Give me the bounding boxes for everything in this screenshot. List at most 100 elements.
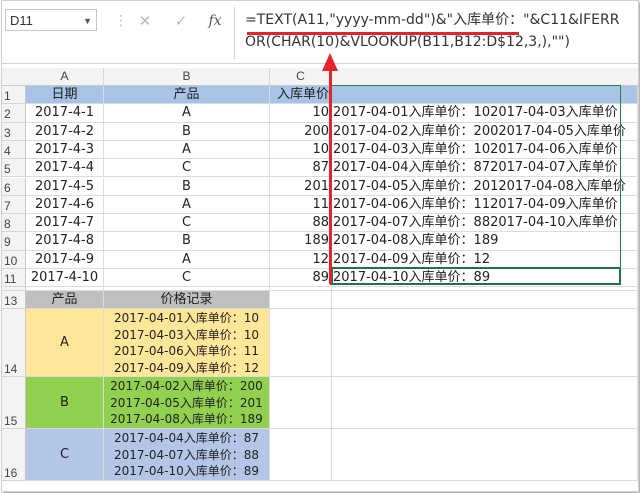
excel-window: D11 ▼ ⋮ ✕ ✓ fx =TEXT(A11,"yyyy-mm-dd")&"… [1, 0, 639, 492]
cell-empty[interactable] [332, 291, 638, 310]
cell-product[interactable]: B [104, 122, 270, 141]
row-header[interactable]: 7 [2, 195, 26, 215]
cell-price-record[interactable]: 2017-04-03入库单价：102017-04-06入库单价 [332, 140, 638, 160]
cell-price[interactable]: 12 [270, 250, 332, 269]
cell-date[interactable]: 2017-4-4 [26, 159, 104, 178]
cell-summary-records[interactable]: 2017-04-02入库单价：200 2017-04-05入库单价：201 2017… [104, 377, 270, 430]
cell-summary-product[interactable]: C [26, 429, 104, 482]
formula-underline-annotation [247, 32, 519, 35]
cell-product[interactable]: A [104, 195, 270, 215]
row-header[interactable]: 6 [2, 177, 26, 196]
price-record-line: 2017-04-03入库单价：10 [113, 327, 259, 342]
arrow-up-icon [322, 53, 338, 71]
cell-d-header[interactable] [332, 86, 638, 105]
cell-product[interactable]: C [104, 269, 270, 288]
cell-empty[interactable] [332, 377, 638, 430]
name-box[interactable]: D11 ▼ [5, 9, 97, 31]
cell-price-record[interactable]: 2017-04-04入库单价：872017-04-07入库单价 [332, 159, 638, 178]
cell-price-record[interactable]: 2017-04-06入库单价：112017-04-09入库单价 [332, 195, 638, 215]
price-record-line: 2017-04-09入库单价：12 [113, 360, 259, 375]
cell-price[interactable]: 89 [270, 269, 332, 288]
cell-price-header[interactable]: 入库单价 [270, 86, 332, 105]
summary-row: 16 C 2017-04-04入库单价：87 2017-04-07入库单价：88 201… [2, 429, 638, 482]
cell-empty[interactable] [270, 291, 332, 310]
cell-price[interactable]: 11 [270, 195, 332, 215]
cell-product[interactable]: A [104, 104, 270, 123]
cell-product-header[interactable]: 产品 [104, 86, 270, 105]
cell-empty[interactable] [270, 309, 332, 378]
cell-summary-record-header[interactable]: 价格记录 [104, 291, 270, 310]
formula-input[interactable]: =TEXT(A11,"yyyy-mm-dd")&"入库单价："&C11&IFER… [245, 9, 630, 53]
cell-price-record[interactable]: 2017-04-08入库单价：189 [332, 232, 638, 251]
cell-price[interactable]: 10 [270, 140, 332, 160]
cell-price[interactable]: 189 [270, 232, 332, 251]
insert-function-icon[interactable]: fx [204, 10, 226, 32]
cell-product[interactable]: A [104, 140, 270, 160]
summary-row: 15 B 2017-04-02入库单价：200 2017-04-05入库单价：201 2… [2, 377, 638, 430]
cell-price[interactable]: 88 [270, 214, 332, 233]
cell-date[interactable]: 2017-4-6 [26, 195, 104, 215]
cell-price-record[interactable]: 2017-04-01入库单价：102017-04-03入库单价 [332, 104, 638, 123]
cell-price-record[interactable]: 2017-04-02入库单价：2002017-04-05入库单价 [332, 122, 638, 141]
cell-date[interactable]: 2017-4-10 [26, 269, 104, 288]
cell-price-record[interactable]: 2017-04-10入库单价：89 [332, 269, 638, 288]
cell-date[interactable]: 2017-4-9 [26, 250, 104, 269]
cell-date[interactable]: 2017-4-5 [26, 177, 104, 196]
cell-summary-product[interactable]: B [26, 377, 104, 430]
row-header[interactable]: 1 [2, 86, 26, 105]
column-header-a[interactable]: A [26, 68, 104, 85]
cell-summary-records[interactable]: 2017-04-04入库单价：87 2017-04-07入库单价：88 2017-0… [104, 429, 270, 482]
enter-icon[interactable]: ✓ [170, 10, 192, 32]
price-record-line: 2017-04-07入库单价：88 [113, 447, 259, 462]
cell-date[interactable]: 2017-4-1 [26, 104, 104, 123]
cell-summary-product[interactable]: A [26, 309, 104, 378]
cell-price[interactable]: 10 [270, 104, 332, 123]
sheet-row: 1 日期 产品 入库单价 [2, 86, 638, 105]
sheet-row: 9 2017-4-8 B 189 2017-04-08入库单价：189 [2, 232, 638, 251]
sheet-row: 10 2017-4-9 A 12 2017-04-09入库单价：12 [2, 250, 638, 269]
cell-summary-records[interactable]: 2017-04-01入库单价：10 2017-04-03入库单价：10 2017-0… [104, 309, 270, 378]
cell-date[interactable]: 2017-4-8 [26, 232, 104, 251]
cell-product[interactable]: C [104, 214, 270, 233]
cell-empty[interactable] [332, 429, 638, 482]
chevron-down-icon[interactable]: ▼ [83, 10, 92, 32]
row-header[interactable]: 11 [2, 269, 26, 288]
cell-empty[interactable] [270, 429, 332, 482]
sheet-row: 5 2017-4-4 C 87 2017-04-04入库单价：872017-04-07入… [2, 159, 638, 178]
cell-price-record[interactable]: 2017-04-09入库单价：12 [332, 250, 638, 269]
sheet-row: 3 2017-4-2 B 200 2017-04-02入库单价：2002017-04-0… [2, 122, 638, 141]
cell-price[interactable]: 87 [270, 159, 332, 178]
sheet-row: 6 2017-4-5 B 201 2017-04-05入库单价：2012017-04-0… [2, 177, 638, 196]
cell-date-header[interactable]: 日期 [26, 86, 104, 105]
column-header-b[interactable]: B [104, 68, 270, 85]
cell-date[interactable]: 2017-4-2 [26, 122, 104, 141]
cell-product[interactable]: B [104, 232, 270, 251]
row-header[interactable]: 9 [2, 232, 26, 251]
cell-product[interactable]: B [104, 177, 270, 196]
row-header[interactable]: 2 [2, 104, 26, 123]
cell-price[interactable]: 201 [270, 177, 332, 196]
row-header[interactable]: 16 [2, 429, 26, 482]
cell-summary-product-header[interactable]: 产品 [26, 291, 104, 310]
price-record-line: 2017-04-02入库单价：200 [110, 379, 263, 394]
cancel-icon[interactable]: ✕ [134, 10, 156, 32]
cell-price-record[interactable]: 2017-04-05入库单价：2012017-04-08入库单价 [332, 177, 638, 196]
row-header[interactable]: 3 [2, 122, 26, 141]
cell-date[interactable]: 2017-4-7 [26, 214, 104, 233]
row-header[interactable]: 13 [2, 291, 26, 310]
cell-empty[interactable] [332, 309, 638, 378]
cell-date[interactable]: 2017-4-3 [26, 140, 104, 160]
row-header[interactable]: 4 [2, 140, 26, 160]
row-header[interactable]: 15 [2, 377, 26, 430]
row-header[interactable]: 10 [2, 250, 26, 269]
row-header[interactable]: 8 [2, 214, 26, 233]
row-header[interactable]: 5 [2, 159, 26, 178]
cell-product[interactable]: A [104, 250, 270, 269]
cell-empty[interactable] [270, 377, 332, 430]
cell-price-record[interactable]: 2017-04-07入库单价：882017-04-10入库单价 [332, 214, 638, 233]
cell-price[interactable]: 200 [270, 122, 332, 141]
summary-row: 14 A 2017-04-01入库单价：10 2017-04-03入库单价：10 201… [2, 309, 638, 378]
cell-product[interactable]: C [104, 159, 270, 178]
row-header[interactable]: 14 [2, 309, 26, 378]
price-record-line: 2017-04-04入库单价：87 [113, 431, 259, 446]
